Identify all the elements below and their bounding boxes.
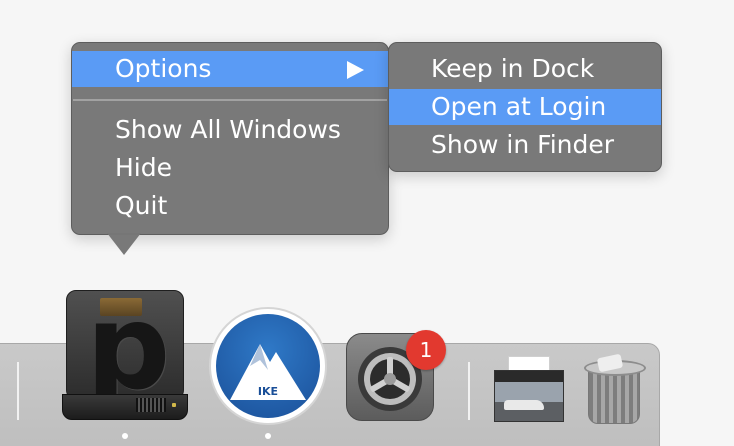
dock-separator [17,362,19,420]
menu-item-label: Options [115,54,212,83]
submenu-arrow-icon [347,61,364,79]
dock-separator [468,362,470,420]
drive-base [62,394,188,420]
menu-item-label: Show in Finder [431,130,615,159]
vpn-icon-face [216,314,320,418]
desktop: p IKE 1 Options Show All Windows Hide Qu… [0,0,734,446]
menu-divider [73,99,387,101]
car-image [504,400,544,410]
trash-icon[interactable] [582,353,646,426]
menu-item-label: Hide [115,153,172,182]
drive-vent [136,398,166,412]
menu-pointer [107,233,141,255]
running-indicator [122,433,128,439]
running-indicator [265,433,271,439]
plex-drive-icon[interactable]: p [62,278,188,424]
vpn-icon[interactable]: IKE [209,307,327,425]
menu-item-label: Open at Login [431,92,607,121]
menu-item-label: Keep in Dock [431,54,595,83]
options-submenu: Keep in Dock Open at Login Show in Finde… [388,42,662,172]
stack-photo-thumbnail [494,370,564,422]
menu-item-show-all-windows[interactable]: Show All Windows [72,112,388,148]
submenu-item-keep-in-dock[interactable]: Keep in Dock [389,51,661,87]
dock-context-menu: Options Show All Windows Hide Quit [71,42,389,235]
submenu-item-open-at-login[interactable]: Open at Login [389,89,661,125]
menu-item-label: Quit [115,191,168,220]
submenu-item-show-in-finder[interactable]: Show in Finder [389,127,661,163]
menu-item-options[interactable]: Options [72,51,388,87]
menu-item-quit[interactable]: Quit [72,188,388,224]
menu-item-label: Show All Windows [115,115,341,144]
vpn-protocol-badge: IKE [252,384,284,400]
drive-led [172,403,176,407]
stack-icon[interactable] [494,356,564,424]
notification-badge: 1 [406,330,446,370]
menu-item-hide[interactable]: Hide [72,150,388,186]
plex-p-glyph: p [86,278,171,416]
mountain-icon [230,344,306,400]
